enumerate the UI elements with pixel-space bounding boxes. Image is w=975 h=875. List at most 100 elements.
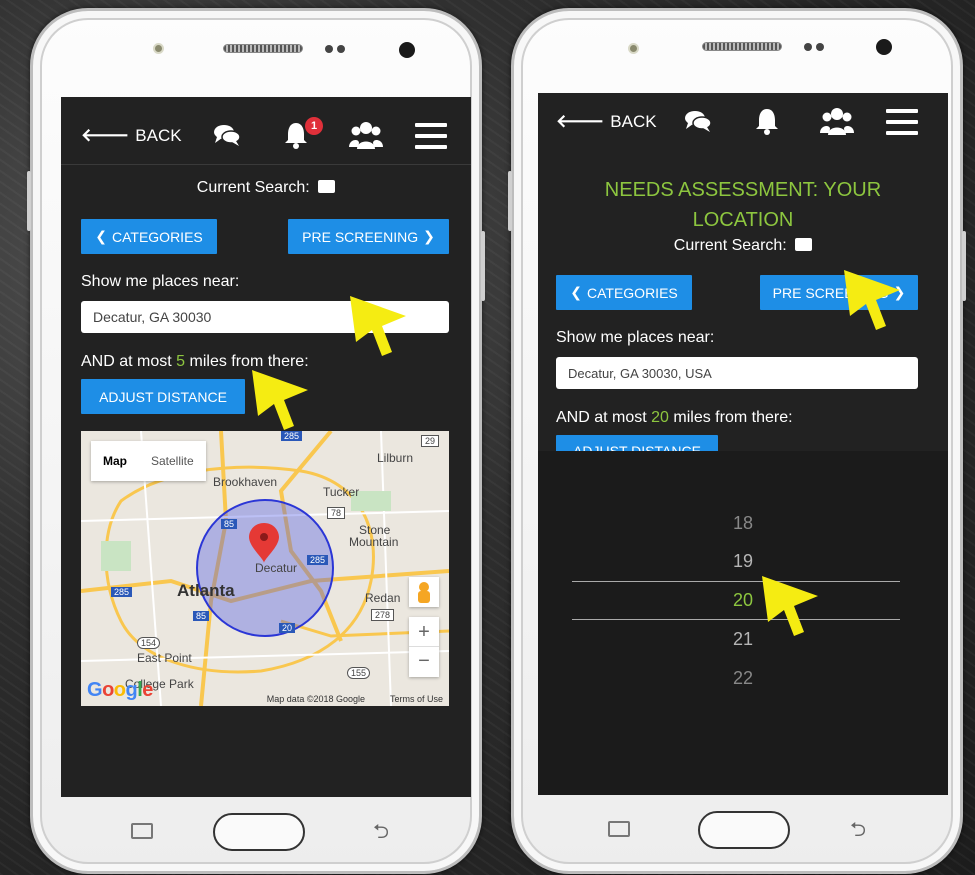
zoom-out-icon[interactable]: − <box>409 647 439 677</box>
map-label-brookhaven: Brookhaven <box>213 475 278 489</box>
adjust-distance-clip: ADJUST DISTANCE <box>556 435 718 451</box>
arrow-left-icon: 🡐 <box>81 125 130 145</box>
current-search-label: Current Search: <box>673 237 787 254</box>
categories-label: CATEGORIES <box>111 228 203 245</box>
front-camera-icon <box>628 43 639 54</box>
picker-option-selected[interactable]: 20 <box>538 590 948 611</box>
zoom-control[interactable]: + − <box>409 617 439 677</box>
zoom-in-icon[interactable]: + <box>409 617 439 647</box>
distance-picker[interactable]: 18 19 20 21 22 <box>538 451 948 795</box>
front-camera-icon <box>153 43 164 54</box>
bell-icon[interactable] <box>754 107 780 135</box>
back-button[interactable]: 🡐 BACK <box>556 111 657 132</box>
volume-button <box>27 171 31 231</box>
app-header: 🡐 BACK 1 <box>61 97 471 165</box>
road-shield: 85 <box>221 519 238 529</box>
phone-frame-left: 🡐 BACK 1 Current Search: ❮ CATEGORIES PR… <box>27 8 485 874</box>
current-search: Current Search: <box>538 237 948 255</box>
power-button <box>962 231 966 301</box>
categories-button[interactable]: ❮ CATEGORIES <box>81 219 217 254</box>
back-label: BACK <box>135 125 182 145</box>
road-shield: 78 <box>327 507 346 519</box>
home-button[interactable] <box>213 813 305 851</box>
home-button[interactable] <box>698 811 790 849</box>
back-key-icon[interactable]: ⮌ <box>373 817 389 851</box>
distance-prefix: AND at most <box>81 353 172 370</box>
road-shield: 285 <box>281 431 303 441</box>
map-terms-link[interactable]: Terms of Use <box>390 694 443 704</box>
back-button[interactable]: 🡐 BACK <box>81 125 182 146</box>
categories-label: CATEGORIES <box>586 284 678 301</box>
picker-option[interactable]: 21 <box>538 629 948 650</box>
map-view[interactable]: Map Satellite Lilburn Brookhaven Tucker … <box>81 431 449 706</box>
distance-value: 20 <box>651 409 669 426</box>
categories-button[interactable]: ❮ CATEGORIES <box>556 275 692 310</box>
near-label: Show me places near: <box>556 329 715 346</box>
map-toggle-map[interactable]: Map <box>91 441 139 481</box>
sensor-dots <box>325 45 345 53</box>
pointer-arrow-icon <box>350 296 406 356</box>
phone-frame-right: 🡐 BACK NEEDS ASSESSMENT: YOUR LOCATION C… <box>508 8 966 874</box>
picker-option[interactable]: 18 <box>538 513 948 534</box>
sensor-dots <box>804 43 824 51</box>
chevron-left-icon: ❮ <box>95 228 107 244</box>
pointer-arrow-icon <box>762 576 818 636</box>
map-toggle-satellite[interactable]: Satellite <box>139 441 206 481</box>
hamburger-menu-icon[interactable] <box>886 109 918 135</box>
road-shield: 155 <box>347 667 371 679</box>
proximity-sensor <box>399 42 415 58</box>
road-shield: 285 <box>307 555 329 565</box>
distance-sentence: AND at most 20 miles from there: <box>556 409 793 427</box>
road-shield: 20 <box>279 623 296 633</box>
distance-value: 5 <box>176 353 186 370</box>
pointer-arrow-icon <box>252 370 308 430</box>
road-shield: 29 <box>421 435 440 447</box>
earpiece-speaker <box>223 44 303 53</box>
notification-badge: 1 <box>305 117 323 135</box>
group-icon[interactable] <box>820 107 854 137</box>
adjust-distance-button[interactable]: ADJUST DISTANCE <box>81 379 245 414</box>
back-label: BACK <box>610 111 657 131</box>
adjust-distance-button[interactable]: ADJUST DISTANCE <box>556 435 718 451</box>
chat-icon[interactable] <box>684 109 712 133</box>
map-label-atlanta: Atlanta <box>177 581 235 600</box>
page-title-line2: LOCATION <box>692 209 794 231</box>
map-type-toggle[interactable]: Map Satellite <box>91 441 206 481</box>
prescreening-button[interactable]: PRE SCREENING ❯ <box>288 219 449 254</box>
map-label-redan: Redan <box>365 591 401 605</box>
proximity-sensor <box>876 39 892 55</box>
page-title-line1: NEEDS ASSESSMENT: YOUR <box>604 179 882 201</box>
map-footer: Map data ©2018 Google Terms of Use <box>81 692 449 706</box>
street-view-pegman-icon[interactable] <box>409 577 439 607</box>
recent-apps-icon[interactable] <box>608 821 630 837</box>
hamburger-menu-icon[interactable] <box>415 123 447 149</box>
picker-divider-top <box>572 581 900 582</box>
app-header: 🡐 BACK <box>538 93 948 161</box>
group-icon[interactable] <box>349 121 383 151</box>
page-title: NEEDS ASSESSMENT: YOUR LOCATION <box>538 175 948 235</box>
road-shield: 154 <box>137 637 161 649</box>
picker-option[interactable]: 22 <box>538 668 948 689</box>
back-key-icon[interactable]: ⮌ <box>850 815 866 849</box>
near-label: Show me places near: <box>81 273 240 290</box>
app-screen-left: 🡐 BACK 1 Current Search: ❮ CATEGORIES PR… <box>61 97 471 797</box>
power-button <box>481 231 485 301</box>
map-label-decatur: Decatur <box>255 561 298 575</box>
location-input[interactable]: Decatur, GA 30030, USA <box>556 357 918 389</box>
current-search: Current Search: <box>61 179 471 197</box>
earpiece-speaker <box>702 42 782 51</box>
recent-apps-icon[interactable] <box>131 823 153 839</box>
prescreening-label: PRE SCREENING <box>302 228 419 245</box>
chat-icon[interactable] <box>213 123 241 147</box>
current-search-label: Current Search: <box>196 179 310 196</box>
picker-option[interactable]: 19 <box>538 551 948 572</box>
arrow-left-icon: 🡐 <box>556 111 605 131</box>
briefcase-icon[interactable] <box>318 180 336 193</box>
picker-divider-bottom <box>572 619 900 620</box>
volume-button <box>508 171 512 231</box>
map-label-mountain: Mountain <box>349 535 399 549</box>
road-shield: 285 <box>111 587 133 597</box>
chevron-right-icon: ❯ <box>423 228 435 244</box>
pointer-arrow-icon <box>844 270 900 330</box>
briefcase-icon[interactable] <box>795 238 813 251</box>
